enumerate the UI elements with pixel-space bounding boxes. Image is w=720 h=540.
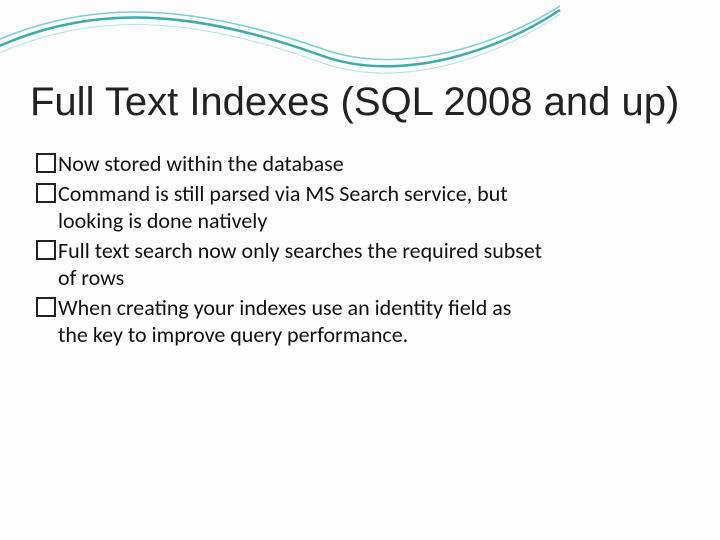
bullet-continuation: of rows	[58, 264, 660, 292]
bullet-item: When creating your indexes use an identi…	[36, 294, 660, 349]
bullet-item: Full text search now only searches the r…	[36, 237, 660, 292]
bullet-item: Now stored within the database	[36, 150, 660, 178]
bullet-item: Command is still parsed via MS Search se…	[36, 180, 660, 235]
square-bullet-icon	[36, 297, 56, 317]
bullet-text: Command is still parsed via MS Search se…	[58, 180, 508, 207]
square-bullet-icon	[36, 183, 56, 203]
bullet-text: Full text search now only searches the r…	[58, 237, 542, 264]
slide-title: Full Text Indexes (SQL 2008 and up)	[30, 80, 690, 124]
bullet-continuation: the key to improve query performance.	[58, 321, 660, 349]
bullet-text: When creating your indexes use an identi…	[58, 294, 511, 321]
square-bullet-icon	[36, 153, 56, 173]
bullet-continuation: looking is done natively	[58, 207, 660, 235]
square-bullet-icon	[36, 240, 56, 260]
slide-body: Now stored within the database Command i…	[36, 150, 660, 351]
bullet-text: Now stored within the database	[58, 150, 344, 177]
